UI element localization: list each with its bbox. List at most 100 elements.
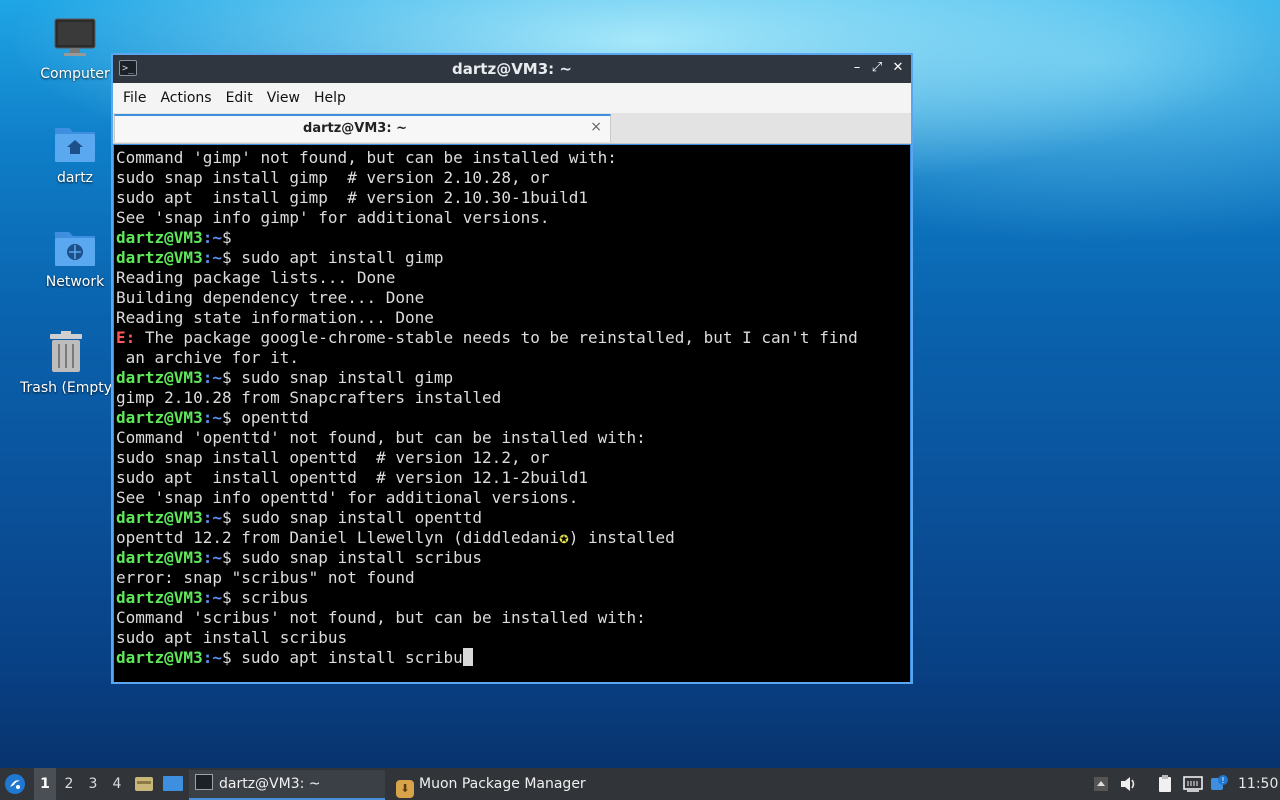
show-desktop-button[interactable] [162,768,184,800]
update-notifier-icon[interactable]: ! [1209,774,1229,794]
prompt-symbol: $ [221,548,232,567]
terminal-output-line: sudo snap install openttd # version 12.2… [116,448,550,467]
error-text: The package google-chrome-stable needs t… [135,328,858,347]
prompt-symbol: $ [221,228,232,247]
file-manager-icon [135,777,153,791]
terminal-output-line: Command 'scribus' not found, but can be … [116,608,646,627]
network-folder-icon [55,232,95,266]
command-text: scribus [231,588,309,607]
prompt-path: :~ [202,368,222,387]
terminal-output-line: gimp 2.10.28 from Snapcrafters installed [116,388,502,407]
monitor-icon [54,18,96,56]
command-text: sudo snap install openttd [231,508,483,527]
volume-icon[interactable] [1118,774,1138,794]
tab-bar: dartz@VM3: ~ × [113,113,911,144]
prompt-path: :~ [202,508,222,527]
workspace-3[interactable]: 3 [82,768,104,800]
minimize-button[interactable]: – [847,58,867,78]
terminal-output-line: error: snap "scribus" not found [116,568,415,587]
desktop-icon-trash[interactable]: Trash (Empty) [20,330,112,396]
prompt-symbol: $ [221,408,232,427]
command-text: sudo apt install gimp [231,248,444,267]
prompt-user: dartz@VM3 [116,588,203,607]
clipboard-icon[interactable] [1155,774,1175,794]
terminal-output-line: Reading state information... Done [116,308,434,327]
prompt-user: dartz@VM3 [116,228,203,247]
prompt-path: :~ [202,228,222,247]
close-button[interactable]: ✕ [888,58,908,78]
file-manager-launcher[interactable] [134,768,154,800]
terminal-prompt-line: dartz@VM3:~$ sudo snap install scribus [116,548,910,568]
terminal-output[interactable]: Command 'gimp' not found, but can be ins… [114,145,910,682]
menu-edit[interactable]: Edit [219,83,260,113]
tab-label: dartz@VM3: ~ [303,121,407,136]
tray-arrow-icon[interactable] [1091,774,1111,794]
menu-view[interactable]: View [260,83,307,113]
terminal-output-line: an archive for it. [116,348,300,367]
prompt-symbol: $ [221,588,232,607]
prompt-user: dartz@VM3 [116,248,203,267]
menu-bar: File Actions Edit View Help [113,83,911,113]
prompt-user: dartz@VM3 [116,648,203,667]
output-text: ) installed [568,528,675,547]
command-text: sudo apt install scribu [231,648,463,667]
task-terminal[interactable]: dartz@VM3: ~ [189,770,385,800]
menu-actions[interactable]: Actions [153,83,218,113]
workspace-2[interactable]: 2 [58,768,80,800]
terminal-output-line: See 'snap info gimp' for additional vers… [116,208,550,227]
prompt-path: :~ [202,408,222,427]
terminal-prompt-line: dartz@VM3:~$ scribus [116,588,910,608]
desktop-icon [163,776,183,791]
command-text: openttd [231,408,309,427]
lubuntu-logo-icon [5,774,25,794]
command-text: sudo snap install scribus [231,548,483,567]
prompt-symbol: $ [221,648,232,667]
terminal-prompt-line: dartz@VM3:~$ openttd [116,408,910,428]
terminal-prompt-line: dartz@VM3:~$ sudo apt install gimp [116,248,910,268]
output-text: openttd 12.2 from Daniel Llewellyn (didd… [116,528,560,547]
terminal-output-line: sudo apt install gimp # version 2.10.30-… [116,188,589,207]
svg-text:!: ! [1221,776,1224,785]
verified-publisher-icon: ✪ [559,528,569,547]
menu-help[interactable]: Help [307,83,353,113]
prompt-user: dartz@VM3 [116,408,203,427]
window-titlebar[interactable]: >_ dartz@VM3: ~ – ⤢ ✕ [113,55,911,83]
terminal-prompt-line: dartz@VM3:~$ [116,228,910,248]
menu-file[interactable]: File [116,83,153,113]
trash-icon [50,331,82,372]
terminal-output-line: sudo apt install openttd # version 12.1-… [116,468,589,487]
prompt-path: :~ [202,248,222,267]
terminal-prompt-line: dartz@VM3:~$ sudo snap install openttd [116,508,910,528]
start-menu-button[interactable] [4,768,28,800]
home-folder-icon [55,128,95,162]
prompt-symbol: $ [221,368,232,387]
window-title: dartz@VM3: ~ [452,60,572,78]
terminal-icon [195,774,213,790]
task-label: Muon Package Manager [419,776,586,792]
clock[interactable]: 11:50 [1238,768,1278,800]
task-label: dartz@VM3: ~ [219,776,321,792]
terminal-output-line: See 'snap info openttd' for additional v… [116,488,579,507]
prompt-symbol: $ [221,248,232,267]
package-manager-icon: ⬇ [396,780,414,798]
terminal-output-line: Reading package lists... Done [116,268,396,287]
terminal-tab[interactable]: dartz@VM3: ~ × [114,114,611,142]
network-icon[interactable] [1182,774,1203,794]
taskbar: 1 2 3 4 dartz@VM3: ~ ⬇ Muon Package Manag… [0,768,1280,800]
terminal-output-line: sudo snap install gimp # version 2.10.28… [116,168,550,187]
terminal-prompt-line: dartz@VM3:~$ sudo snap install gimp [116,368,910,388]
maximize-button[interactable]: ⤢ [867,58,887,78]
terminal-prompt-line: dartz@VM3:~$ sudo apt install scribu [116,648,910,668]
tab-close-icon[interactable]: × [590,119,602,135]
terminal-output-line: Building dependency tree... Done [116,288,425,307]
terminal-output-line: Command 'gimp' not found, but can be ins… [116,148,617,167]
task-muon[interactable]: ⬇ Muon Package Manager [393,770,603,798]
workspace-4[interactable]: 4 [106,768,128,800]
error-prefix: E: [116,328,136,347]
prompt-user: dartz@VM3 [116,548,203,567]
prompt-user: dartz@VM3 [116,508,203,527]
prompt-path: :~ [202,588,222,607]
workspace-1[interactable]: 1 [34,768,56,800]
prompt-path: :~ [202,648,222,667]
desktop-icon-label: Trash (Empty) [20,380,112,396]
